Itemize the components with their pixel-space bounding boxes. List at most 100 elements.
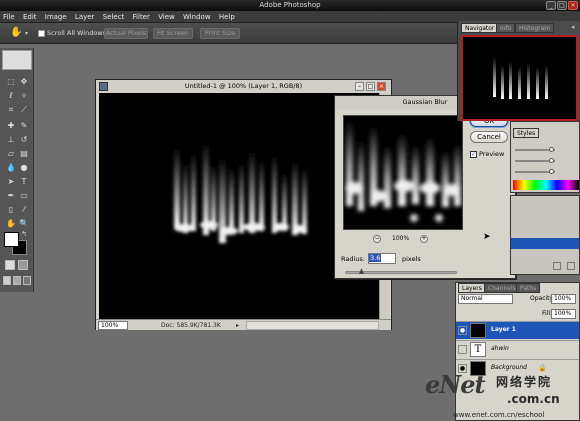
minimize-button[interactable]: _ bbox=[546, 1, 556, 10]
shape-tool-icon[interactable]: ▭ bbox=[18, 190, 30, 202]
tab-styles[interactable]: Styles bbox=[513, 128, 540, 138]
blur-tool-icon[interactable]: 💧 bbox=[5, 162, 17, 174]
status-menu-arrow-icon[interactable]: ▸ bbox=[236, 320, 239, 331]
tab-channels[interactable]: Channels bbox=[484, 283, 520, 293]
history-selected-state[interactable] bbox=[511, 238, 579, 249]
path-selection-tool-icon[interactable]: ➤ bbox=[5, 176, 17, 188]
navigator-artwork bbox=[493, 57, 548, 99]
menu-edit[interactable]: Edit bbox=[20, 11, 40, 23]
hand-tool-icon[interactable]: ✋ bbox=[10, 27, 22, 39]
history-panel bbox=[510, 195, 580, 275]
blur-preview-pane[interactable] bbox=[343, 115, 463, 230]
scroll-all-windows-checkbox[interactable] bbox=[38, 30, 45, 37]
tab-navigator[interactable]: Navigator bbox=[461, 23, 499, 33]
navigator-thumbnail[interactable] bbox=[461, 35, 578, 121]
hand-tool-box-icon[interactable]: ✋ bbox=[5, 218, 17, 230]
menu-file[interactable]: File bbox=[0, 11, 18, 23]
menu-view[interactable]: View bbox=[155, 11, 178, 23]
menu-window[interactable]: Window bbox=[180, 11, 214, 23]
fill-field[interactable]: 100% bbox=[551, 309, 576, 319]
color-slider-knob-green[interactable] bbox=[549, 158, 554, 163]
doc-minimize-button[interactable]: – bbox=[355, 82, 364, 91]
tab-paths[interactable]: Paths bbox=[516, 283, 541, 293]
slice-tool-icon[interactable]: ⟋ bbox=[18, 104, 30, 116]
menu-help[interactable]: Help bbox=[216, 11, 238, 23]
tab-histogram[interactable]: Histogram bbox=[515, 23, 555, 33]
menu-select[interactable]: Select bbox=[100, 11, 128, 23]
notes-tool-icon[interactable]: ▯ bbox=[5, 204, 17, 216]
move-tool-icon[interactable]: ✥ bbox=[18, 76, 30, 88]
close-app-button[interactable]: × bbox=[568, 1, 578, 10]
scroll-all-windows-label: Scroll All Windows bbox=[47, 29, 107, 37]
menu-image[interactable]: Image bbox=[42, 11, 70, 23]
history-brush-tool-icon[interactable]: ↺ bbox=[18, 134, 30, 146]
menu-filter[interactable]: Filter bbox=[130, 11, 153, 23]
eyedropper-tool-icon[interactable]: ⁄ bbox=[18, 204, 30, 216]
pen-tool-icon[interactable]: ✒ bbox=[5, 190, 17, 202]
radius-value: 3.6 bbox=[369, 254, 382, 262]
actual-pixels-button[interactable]: Actual Pixels bbox=[104, 28, 148, 39]
gradient-tool-icon[interactable]: ▤ bbox=[18, 148, 30, 160]
swap-colors-icon[interactable]: ↰ bbox=[21, 230, 27, 238]
document-status-bar: 100% Doc: 585.9K/781.3K ▸ bbox=[96, 319, 391, 330]
doc-maximize-button[interactable]: □ bbox=[366, 82, 375, 91]
foreground-color-swatch[interactable] bbox=[4, 232, 19, 247]
delete-state-icon[interactable] bbox=[567, 262, 575, 270]
full-screen-icon[interactable] bbox=[23, 276, 31, 285]
preview-checkbox[interactable]: ✓ bbox=[470, 151, 477, 158]
document-horizontal-scrollbar[interactable] bbox=[246, 321, 379, 330]
menu-layer[interactable]: Layer bbox=[72, 11, 98, 23]
blend-mode-select[interactable]: Normal bbox=[458, 294, 513, 304]
eye-icon[interactable] bbox=[458, 345, 467, 354]
full-screen-menu-icon[interactable] bbox=[13, 276, 21, 285]
watermark: eNet 网络学院 .com.cn www.enet.com.cn/eschoo… bbox=[425, 370, 580, 421]
doc-close-button[interactable]: × bbox=[377, 82, 386, 91]
standard-mode-icon[interactable] bbox=[5, 260, 15, 270]
app-title-bar: Adobe Photoshop _ □ × bbox=[0, 0, 580, 11]
magic-wand-tool-icon[interactable]: ✧ bbox=[18, 90, 30, 102]
lasso-tool-icon[interactable]: ℓ bbox=[5, 90, 17, 102]
healing-brush-tool-icon[interactable]: ✚ bbox=[5, 120, 17, 132]
watermark-brand: eNet bbox=[425, 370, 486, 399]
document-size-info[interactable]: Doc: 585.9K/781.3K bbox=[161, 320, 221, 331]
toolbox-header-icon bbox=[2, 50, 32, 70]
gaussian-blur-dialog: Gaussian Blur × bbox=[334, 95, 516, 279]
marquee-tool-icon[interactable]: ⬚ bbox=[5, 76, 17, 88]
zoom-level-field[interactable]: 100% bbox=[98, 321, 128, 330]
cancel-button[interactable]: Cancel bbox=[470, 131, 508, 143]
radius-input[interactable]: 3.6 bbox=[368, 253, 396, 264]
clone-stamp-tool-icon[interactable]: ⊥ bbox=[5, 134, 17, 146]
standard-screen-icon[interactable] bbox=[3, 276, 11, 285]
zoom-out-button[interactable]: − bbox=[373, 235, 381, 243]
crop-tool-icon[interactable]: ⌗ bbox=[5, 104, 17, 116]
eye-icon[interactable]: ● bbox=[458, 326, 467, 335]
layer-row-layer-1[interactable]: ● Layer 1 bbox=[456, 321, 579, 339]
layer-row-text[interactable]: T ahwin bbox=[456, 340, 579, 358]
new-snapshot-icon[interactable] bbox=[553, 262, 561, 270]
maximize-button[interactable]: □ bbox=[557, 1, 567, 10]
zoom-tool-icon[interactable]: 🔍 bbox=[18, 218, 30, 230]
radius-label: Radius: bbox=[341, 255, 365, 263]
color-slider-knob-red[interactable] bbox=[549, 147, 554, 152]
layer-thumbnail bbox=[470, 323, 486, 338]
tool-preset-arrow-icon[interactable]: ▾ bbox=[25, 30, 28, 37]
tab-layers[interactable]: Layers bbox=[458, 283, 486, 293]
eraser-tool-icon[interactable]: ▱ bbox=[5, 148, 17, 160]
opacity-field[interactable]: 100% bbox=[551, 294, 576, 304]
quick-mask-buttons bbox=[3, 260, 31, 271]
type-tool-icon[interactable]: T bbox=[18, 176, 30, 188]
quick-mask-icon[interactable] bbox=[18, 260, 28, 270]
panel-menu-icon[interactable]: ◂ bbox=[571, 23, 575, 31]
print-size-button[interactable]: Print Size bbox=[200, 28, 240, 39]
fit-screen-button[interactable]: Fit Screen bbox=[153, 28, 193, 39]
tab-info[interactable]: Info bbox=[496, 23, 516, 33]
app-title: Adobe Photoshop bbox=[259, 1, 321, 9]
color-spectrum-bar[interactable] bbox=[513, 180, 579, 190]
brush-tool-icon[interactable]: ✎ bbox=[18, 120, 30, 132]
watermark-chinese: 网络学院 bbox=[496, 375, 553, 389]
mouse-pointer-icon: ➤ bbox=[483, 232, 491, 242]
zoom-in-button[interactable]: + bbox=[420, 235, 428, 243]
screen-mode-buttons bbox=[3, 276, 31, 287]
color-slider-knob-blue[interactable] bbox=[549, 169, 554, 174]
dodge-tool-icon[interactable]: ● bbox=[18, 162, 30, 174]
